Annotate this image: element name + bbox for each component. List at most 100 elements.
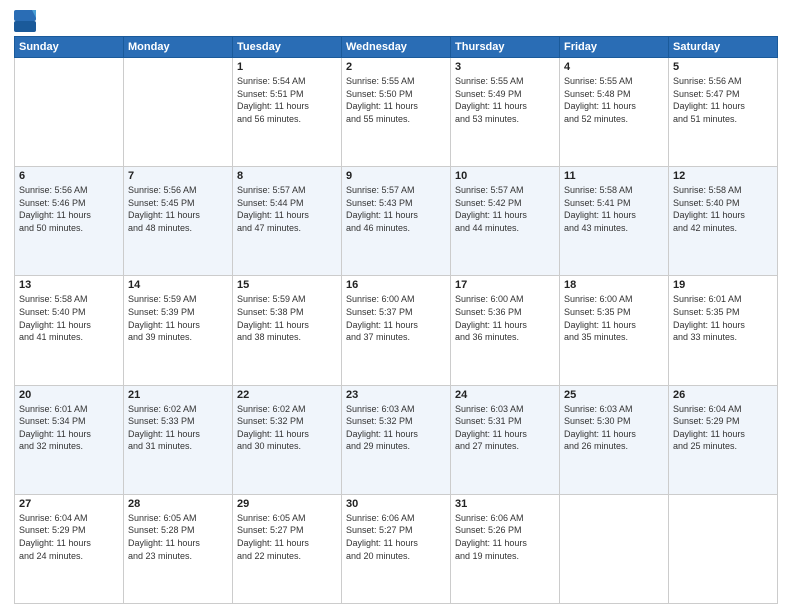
day-info: Sunrise: 6:04 AM Sunset: 5:29 PM Dayligh…: [19, 512, 119, 562]
day-number: 30: [346, 498, 446, 510]
day-info: Sunrise: 6:03 AM Sunset: 5:32 PM Dayligh…: [346, 403, 446, 453]
day-number: 20: [19, 389, 119, 401]
calendar-week-row: 13 Sunrise: 5:58 AM Sunset: 5:40 PM Dayli…: [15, 276, 778, 385]
day-info: Sunrise: 5:59 AM Sunset: 5:39 PM Dayligh…: [128, 293, 228, 343]
day-number: 29: [237, 498, 337, 510]
day-number: 18: [564, 279, 664, 291]
calendar-cell: 6Sunrise: 5:56 AM Sunset: 5:46 PM Daylig…: [15, 167, 124, 276]
day-number: 22: [237, 389, 337, 401]
day-number: 7: [128, 170, 228, 182]
day-of-week-header: Sunday: [15, 37, 124, 58]
calendar-cell: 8 Sunrise: 5:57 AM Sunset: 5:44 PM Daylig…: [233, 167, 342, 276]
day-number: 28: [128, 498, 228, 510]
day-info: Sunrise: 5:55 AM Sunset: 5:48 PM Dayligh…: [564, 75, 664, 125]
day-number: 15: [237, 279, 337, 291]
day-info: Sunrise: 6:04 AM Sunset: 5:29 PM Dayligh…: [673, 403, 773, 453]
day-of-week-header: Tuesday: [233, 37, 342, 58]
day-info: Sunrise: 6:00 AM Sunset: 5:37 PM Dayligh…: [346, 293, 446, 343]
calendar-cell: 29 Sunrise: 6:05 AM Sunset: 5:27 PM Dayli…: [233, 494, 342, 603]
calendar-cell: 2Sunrise: 5:55 AM Sunset: 5:50 PM Daylig…: [342, 58, 451, 167]
day-number: 24: [455, 389, 555, 401]
logo: [14, 10, 38, 32]
calendar-table: SundayMondayTuesdayWednesdayThursdayFrid…: [14, 36, 778, 604]
calendar-cell: [669, 494, 778, 603]
day-info: Sunrise: 6:05 AM Sunset: 5:28 PM Dayligh…: [128, 512, 228, 562]
day-info: Sunrise: 6:05 AM Sunset: 5:27 PM Dayligh…: [237, 512, 337, 562]
day-number: 26: [673, 389, 773, 401]
day-of-week-header: Friday: [560, 37, 669, 58]
calendar-cell: 9 Sunrise: 5:57 AM Sunset: 5:43 PM Daylig…: [342, 167, 451, 276]
day-number: 8: [237, 170, 337, 182]
calendar-header-row: SundayMondayTuesdayWednesdayThursdayFrid…: [15, 37, 778, 58]
calendar-cell: 24 Sunrise: 6:03 AM Sunset: 5:31 PM Dayli…: [451, 385, 560, 494]
calendar-cell: 22 Sunrise: 6:02 AM Sunset: 5:32 PM Dayli…: [233, 385, 342, 494]
logo-icon: [14, 10, 36, 32]
calendar-cell: 27 Sunrise: 6:04 AM Sunset: 5:29 PM Dayli…: [15, 494, 124, 603]
calendar-cell: [15, 58, 124, 167]
day-info: Sunrise: 5:57 AM Sunset: 5:42 PM Dayligh…: [455, 184, 555, 234]
day-number: 3: [455, 61, 555, 73]
calendar-cell: 21Sunrise: 6:02 AM Sunset: 5:33 PM Dayli…: [124, 385, 233, 494]
day-info: Sunrise: 6:00 AM Sunset: 5:35 PM Dayligh…: [564, 293, 664, 343]
calendar-cell: 26 Sunrise: 6:04 AM Sunset: 5:29 PM Dayli…: [669, 385, 778, 494]
calendar-week-row: 27 Sunrise: 6:04 AM Sunset: 5:29 PM Dayli…: [15, 494, 778, 603]
calendar-cell: 30 Sunrise: 6:06 AM Sunset: 5:27 PM Dayli…: [342, 494, 451, 603]
calendar-cell: 4 Sunrise: 5:55 AM Sunset: 5:48 PM Daylig…: [560, 58, 669, 167]
day-info: Sunrise: 5:56 AM Sunset: 5:45 PM Dayligh…: [128, 184, 228, 234]
day-info: Sunrise: 5:59 AM Sunset: 5:38 PM Dayligh…: [237, 293, 337, 343]
calendar-cell: 11 Sunrise: 5:58 AM Sunset: 5:41 PM Dayli…: [560, 167, 669, 276]
day-info: Sunrise: 5:57 AM Sunset: 5:43 PM Dayligh…: [346, 184, 446, 234]
calendar-cell: 16Sunrise: 6:00 AM Sunset: 5:37 PM Dayli…: [342, 276, 451, 385]
day-number: 14: [128, 279, 228, 291]
day-number: 25: [564, 389, 664, 401]
calendar-cell: 25 Sunrise: 6:03 AM Sunset: 5:30 PM Dayli…: [560, 385, 669, 494]
day-info: Sunrise: 6:01 AM Sunset: 5:34 PM Dayligh…: [19, 403, 119, 453]
calendar-week-row: 1 Sunrise: 5:54 AM Sunset: 5:51 PM Daylig…: [15, 58, 778, 167]
page-container: SundayMondayTuesdayWednesdayThursdayFrid…: [0, 0, 792, 612]
day-info: Sunrise: 5:58 AM Sunset: 5:40 PM Dayligh…: [19, 293, 119, 343]
day-info: Sunrise: 5:58 AM Sunset: 5:40 PM Dayligh…: [673, 184, 773, 234]
day-info: Sunrise: 5:54 AM Sunset: 5:51 PM Dayligh…: [237, 75, 337, 125]
calendar-cell: 17Sunrise: 6:00 AM Sunset: 5:36 PM Dayli…: [451, 276, 560, 385]
day-number: 10: [455, 170, 555, 182]
day-info: Sunrise: 5:58 AM Sunset: 5:41 PM Dayligh…: [564, 184, 664, 234]
calendar-cell: 14 Sunrise: 5:59 AM Sunset: 5:39 PM Dayli…: [124, 276, 233, 385]
day-number: 5: [673, 61, 773, 73]
day-number: 2: [346, 61, 446, 73]
day-number: 6: [19, 170, 119, 182]
calendar-cell: [124, 58, 233, 167]
day-info: Sunrise: 6:06 AM Sunset: 5:27 PM Dayligh…: [346, 512, 446, 562]
day-number: 21: [128, 389, 228, 401]
calendar-cell: [560, 494, 669, 603]
day-info: Sunrise: 6:03 AM Sunset: 5:30 PM Dayligh…: [564, 403, 664, 453]
calendar-cell: 12 Sunrise: 5:58 AM Sunset: 5:40 PM Dayli…: [669, 167, 778, 276]
calendar-cell: 5 Sunrise: 5:56 AM Sunset: 5:47 PM Daylig…: [669, 58, 778, 167]
day-of-week-header: Saturday: [669, 37, 778, 58]
day-of-week-header: Wednesday: [342, 37, 451, 58]
day-info: Sunrise: 6:03 AM Sunset: 5:31 PM Dayligh…: [455, 403, 555, 453]
calendar-week-row: 6Sunrise: 5:56 AM Sunset: 5:46 PM Daylig…: [15, 167, 778, 276]
day-info: Sunrise: 6:02 AM Sunset: 5:32 PM Dayligh…: [237, 403, 337, 453]
day-number: 12: [673, 170, 773, 182]
day-info: Sunrise: 5:55 AM Sunset: 5:49 PM Dayligh…: [455, 75, 555, 125]
calendar-cell: 18 Sunrise: 6:00 AM Sunset: 5:35 PM Dayli…: [560, 276, 669, 385]
calendar-cell: 1 Sunrise: 5:54 AM Sunset: 5:51 PM Daylig…: [233, 58, 342, 167]
day-number: 23: [346, 389, 446, 401]
calendar-cell: 13 Sunrise: 5:58 AM Sunset: 5:40 PM Dayli…: [15, 276, 124, 385]
day-info: Sunrise: 5:57 AM Sunset: 5:44 PM Dayligh…: [237, 184, 337, 234]
day-number: 1: [237, 61, 337, 73]
day-of-week-header: Monday: [124, 37, 233, 58]
day-number: 31: [455, 498, 555, 510]
header: [14, 10, 778, 32]
day-info: Sunrise: 6:06 AM Sunset: 5:26 PM Dayligh…: [455, 512, 555, 562]
calendar-cell: 15 Sunrise: 5:59 AM Sunset: 5:38 PM Dayli…: [233, 276, 342, 385]
day-number: 4: [564, 61, 664, 73]
day-number: 13: [19, 279, 119, 291]
day-of-week-header: Thursday: [451, 37, 560, 58]
calendar-cell: 20 Sunrise: 6:01 AM Sunset: 5:34 PM Dayli…: [15, 385, 124, 494]
day-number: 9: [346, 170, 446, 182]
day-number: 27: [19, 498, 119, 510]
calendar-week-row: 20 Sunrise: 6:01 AM Sunset: 5:34 PM Dayli…: [15, 385, 778, 494]
day-info: Sunrise: 5:56 AM Sunset: 5:47 PM Dayligh…: [673, 75, 773, 125]
day-number: 11: [564, 170, 664, 182]
